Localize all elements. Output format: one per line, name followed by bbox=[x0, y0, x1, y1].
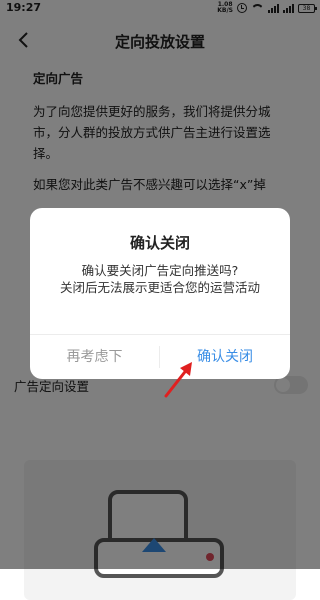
dialog-title: 确认关闭 bbox=[129, 234, 190, 252]
dialog-message: 确认要关闭广告定向推送吗? 关闭后无法展示更适合您的运营活动 bbox=[40, 262, 280, 296]
red-annotation-arrow-icon bbox=[164, 362, 192, 398]
dialog-message-line-2: 关闭后无法展示更适合您的运营活动 bbox=[59, 280, 260, 295]
dialog-message-line-1: 确认要关闭广告定向推送吗? bbox=[81, 263, 239, 278]
confirm-dialog: 确认关闭 确认要关闭广告定向推送吗? 关闭后无法展示更适合您的运营活动 再考虑下… bbox=[30, 208, 290, 379]
reconsider-button[interactable]: 再考虑下 bbox=[30, 335, 159, 379]
